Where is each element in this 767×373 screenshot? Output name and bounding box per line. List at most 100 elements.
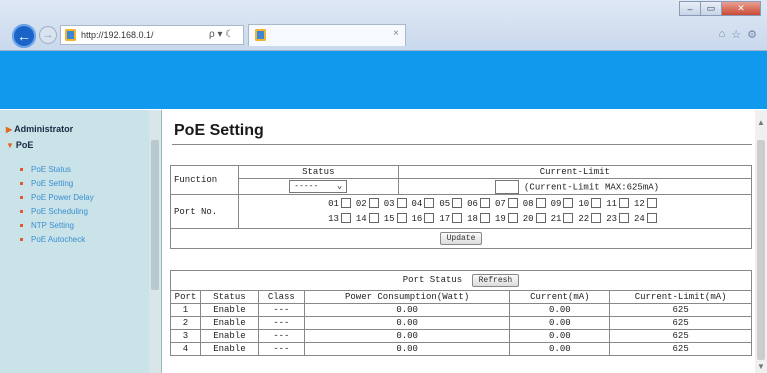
sidebar-item-poe[interactable]: ▼ PoE	[6, 140, 33, 150]
port-label: 17	[439, 213, 451, 224]
sidebar-item-poe-power-delay[interactable]: PoE Power Delay	[20, 193, 94, 202]
close-window-button[interactable]: ✕	[721, 1, 761, 16]
checkbox[interactable]	[452, 198, 463, 209]
port-checkbox-04[interactable]: 04	[412, 197, 440, 212]
checkbox[interactable]	[479, 198, 490, 209]
column-header: Power Consumption(Watt)	[303, 290, 511, 304]
sidebar-item-poe-autocheck[interactable]: PoE Autocheck	[20, 235, 85, 244]
checkbox[interactable]	[396, 213, 407, 224]
checkbox[interactable]	[646, 198, 657, 209]
maximize-button[interactable]: ▭	[700, 1, 722, 16]
column-header: Status	[199, 290, 259, 304]
port-label: 14	[355, 213, 367, 224]
port-checkbox-08[interactable]: 08	[523, 197, 551, 212]
status-select[interactable]: ----- ⌄	[289, 180, 348, 193]
checkbox[interactable]	[507, 198, 518, 209]
scrollbar-thumb[interactable]	[151, 140, 159, 290]
sidebar-item-label: PoE Setting	[31, 179, 74, 188]
table-cell: ---	[257, 342, 305, 356]
column-header: Class	[257, 290, 305, 304]
checkbox[interactable]	[563, 198, 574, 209]
port-checkbox-10[interactable]: 10	[578, 197, 606, 212]
port-checkbox-19[interactable]: 19	[495, 212, 523, 227]
table-cell: 625	[609, 303, 752, 317]
port-checkbox-02[interactable]: 02	[356, 197, 384, 212]
checkbox[interactable]	[591, 213, 602, 224]
sidebar-item-ntp-setting[interactable]: NTP Setting	[20, 221, 74, 230]
minimize-button[interactable]: ‒	[679, 1, 701, 16]
refresh-button[interactable]: Refresh	[471, 274, 520, 287]
checkbox[interactable]	[619, 198, 630, 209]
checkbox[interactable]	[368, 198, 379, 209]
checkbox[interactable]	[340, 213, 351, 224]
main-scrollbar[interactable]: ▲ ▼	[755, 110, 767, 373]
update-button[interactable]: Update	[439, 232, 483, 245]
checkbox[interactable]	[340, 198, 351, 209]
column-header: Current(mA)	[509, 290, 611, 304]
checkbox[interactable]	[563, 213, 574, 224]
current-limit-input[interactable]	[494, 179, 519, 194]
triangle-right-icon: ▶	[6, 125, 13, 134]
toolbar-icons: ⌂ ☆ ⚙	[719, 28, 757, 41]
port-checkbox-06[interactable]: 06	[467, 197, 495, 212]
port-checkbox-07[interactable]: 07	[495, 197, 523, 212]
checkbox[interactable]	[424, 198, 435, 209]
address-bar[interactable]: http://192.168.0.1/ ρ ▾ ☾	[60, 25, 244, 45]
main-content: PoE Setting Function Status Current-Limi…	[162, 110, 767, 373]
table-cell: 2	[170, 316, 201, 330]
checkbox[interactable]	[479, 213, 490, 224]
port-checkbox-21[interactable]: 21	[551, 212, 579, 227]
checkbox[interactable]	[452, 213, 463, 224]
port-checkbox-15[interactable]: 15	[384, 212, 412, 227]
port-label: 22	[578, 213, 590, 224]
checkbox[interactable]	[535, 198, 546, 209]
port-checkbox-11[interactable]: 11	[606, 197, 634, 212]
checkbox[interactable]	[619, 213, 630, 224]
port-checkbox-14[interactable]: 14	[356, 212, 384, 227]
checkbox[interactable]	[368, 213, 379, 224]
star-icon[interactable]: ☆	[731, 28, 741, 41]
checkbox[interactable]	[396, 198, 407, 209]
checkbox[interactable]	[424, 213, 435, 224]
port-label: 05	[439, 198, 451, 209]
port-checkbox-24[interactable]: 24	[634, 212, 662, 227]
port-checkbox-16[interactable]: 16	[412, 212, 440, 227]
sidebar-scrollbar[interactable]	[149, 110, 161, 373]
url-text[interactable]: http://192.168.0.1/	[81, 30, 154, 40]
port-checkbox-12[interactable]: 12	[634, 197, 662, 212]
bullet-icon	[20, 210, 23, 214]
port-checkbox-23[interactable]: 23	[606, 212, 634, 227]
checkbox[interactable]	[507, 213, 518, 224]
search-refresh-icons[interactable]: ρ ▾ ☾	[209, 29, 234, 40]
port-checkbox-18[interactable]: 18	[467, 212, 495, 227]
home-icon[interactable]: ⌂	[719, 28, 726, 41]
port-checkbox-13[interactable]: 13	[328, 212, 356, 227]
gear-icon[interactable]: ⚙	[747, 28, 757, 41]
checkbox[interactable]	[591, 198, 602, 209]
port-label: 24	[634, 213, 645, 224]
tab-close-icon[interactable]: ×	[393, 28, 399, 39]
port-checkbox-09[interactable]: 09	[551, 197, 579, 212]
sidebar-item-administrator[interactable]: ▶ Administrator	[6, 124, 73, 134]
chevron-down-icon[interactable]: ▼	[757, 362, 765, 371]
port-checkbox-20[interactable]: 20	[523, 212, 551, 227]
port-checkbox-17[interactable]: 17	[439, 212, 467, 227]
forward-button[interactable]: →	[39, 26, 57, 44]
table-row: 1 Enable --- 0.00 0.00 625	[170, 303, 752, 317]
port-checkbox-05[interactable]: 05	[439, 197, 467, 212]
checkbox[interactable]	[535, 213, 546, 224]
scrollbar-thumb[interactable]	[757, 140, 765, 360]
chevron-up-icon[interactable]: ▲	[757, 118, 765, 127]
back-button[interactable]: ←	[12, 24, 36, 48]
table-header-row: Port Status Class Power Consumption(Watt…	[170, 290, 752, 304]
sidebar-item-poe-setting[interactable]: PoE Setting	[20, 179, 73, 188]
sidebar-item-poe-scheduling[interactable]: PoE Scheduling	[20, 207, 88, 216]
port-checkbox-22[interactable]: 22	[578, 212, 606, 227]
port-checkbox-03[interactable]: 03	[384, 197, 412, 212]
sidebar-item-poe-status[interactable]: PoE Status	[20, 165, 71, 174]
port-status-label: Port Status	[402, 275, 463, 285]
checkbox[interactable]	[646, 213, 657, 224]
table-cell: 0.00	[509, 303, 611, 317]
port-checkbox-01[interactable]: 01	[328, 197, 356, 212]
browser-tab[interactable]: ×	[248, 24, 406, 46]
